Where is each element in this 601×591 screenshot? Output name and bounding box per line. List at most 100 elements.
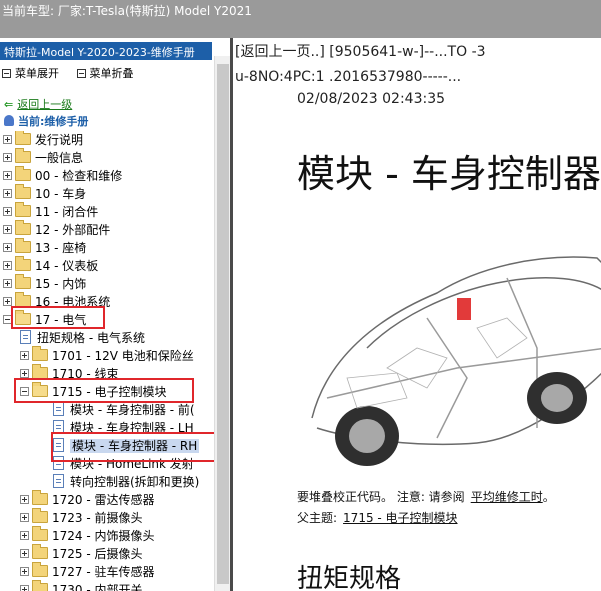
tree-node-label[interactable]: 1724 - 内饰摄像头 <box>52 529 155 543</box>
correction-prefix: 要堆叠校正代码。 注意: 请参阅 <box>297 490 465 504</box>
tree-node[interactable]: 1724 - 内饰摄像头 <box>20 526 155 545</box>
tree-scrollbar[interactable] <box>214 56 230 591</box>
code-line: u-8NO:4PC:1 .2016537980-----... <box>235 69 462 85</box>
tree-node-label[interactable]: 转向控制器(拆卸和更换) <box>70 475 199 489</box>
tree-node[interactable]: 扭矩规格 - 电气系统 <box>20 329 145 347</box>
collapse-menu-label: 菜单折叠 <box>89 67 134 80</box>
tree-node[interactable]: 一般信息 <box>3 148 83 167</box>
tree-node-label[interactable]: 1723 - 前摄像头 <box>52 511 143 525</box>
tree-node[interactable]: 模块 - 车身控制器 - 前( <box>53 401 195 419</box>
expand-node-icon[interactable] <box>20 351 29 360</box>
tree-node-label[interactable]: 11 - 闭合件 <box>35 205 98 219</box>
tree-node-label[interactable]: 1720 - 雷达传感器 <box>52 493 155 507</box>
tree-node-label[interactable]: 10 - 车身 <box>35 187 86 201</box>
tree-node[interactable]: 13 - 座椅 <box>3 238 86 257</box>
tree-node[interactable]: 14 - 仪表板 <box>3 256 98 275</box>
expand-node-icon[interactable] <box>20 495 29 504</box>
tree-scrollbar-thumb[interactable] <box>217 64 229 584</box>
expand-node-icon[interactable] <box>3 171 12 180</box>
tree-node[interactable]: 1730 - 内部开关 <box>20 580 143 591</box>
expand-node-icon[interactable] <box>3 225 12 234</box>
collapse-icon <box>76 69 86 78</box>
manual-title[interactable]: 特斯拉-Model Y-2020-2023-维修手册 <box>0 42 212 60</box>
tree-node-label[interactable]: 12 - 外部配件 <box>35 223 110 237</box>
back-up-label: 返回上一级 <box>17 98 73 111</box>
timestamp: 02/08/2023 02:43:35 <box>297 91 446 107</box>
expand-node-icon[interactable] <box>20 567 29 576</box>
expand-node-icon[interactable] <box>3 153 12 162</box>
back-arrow-icon: ⇐ <box>4 98 14 111</box>
folder-icon <box>32 526 48 541</box>
tree-node-label[interactable]: 1727 - 驻车传感器 <box>52 565 155 579</box>
location-pin-icon <box>4 115 14 126</box>
expand-node-icon[interactable] <box>20 549 29 558</box>
expand-node-icon[interactable] <box>20 369 29 378</box>
expand-node-icon[interactable] <box>20 531 29 540</box>
tree-node[interactable]: 发行说明 <box>3 131 83 149</box>
tree-node[interactable]: 12 - 外部配件 <box>3 220 110 239</box>
folder-icon <box>15 184 31 199</box>
tree-node-label[interactable]: 一般信息 <box>35 151 83 165</box>
document-icon <box>53 474 64 488</box>
expand-node-icon[interactable] <box>3 135 12 144</box>
page-title: 模块 - 车身控制器 <box>297 152 601 196</box>
parent-topic-label: 父主题: <box>297 511 338 525</box>
tree-node-label[interactable]: 14 - 仪表板 <box>35 259 98 273</box>
tree-node[interactable]: 00 - 检查和维修 <box>3 166 122 185</box>
tree-node-label[interactable]: 1725 - 后摄像头 <box>52 547 143 561</box>
tree-node[interactable]: 1701 - 12V 电池和保险丝 <box>20 346 194 365</box>
folder-icon <box>32 562 48 577</box>
tree-node[interactable]: 1723 - 前摄像头 <box>20 508 143 527</box>
window-title-bar: 当前车型: 厂家:T-Tesla(特斯拉) Model Y2021 <box>0 0 601 38</box>
tree-node[interactable]: 1727 - 驻车传感器 <box>20 562 155 581</box>
expand-node-icon[interactable] <box>3 279 12 288</box>
parent-topic: 父主题: 1715 - 电子控制模块 <box>297 509 458 526</box>
tree-node[interactable]: 1725 - 后摄像头 <box>20 544 143 563</box>
tree-node[interactable]: 1720 - 雷达传感器 <box>20 490 155 509</box>
folder-icon <box>15 166 31 181</box>
expand-menu-button[interactable]: 菜单展开 <box>2 67 59 80</box>
nav-line[interactable]: [返回上一页..] [9505641-w-]--...TO -3 <box>235 41 486 61</box>
labor-time-link[interactable]: 平均维修工时 <box>471 490 543 504</box>
tree-node-label[interactable]: 00 - 检查和维修 <box>35 169 122 183</box>
tree-node-label[interactable]: 发行说明 <box>35 133 83 147</box>
tree-node[interactable]: 11 - 闭合件 <box>3 202 98 221</box>
parent-topic-link[interactable]: 1715 - 电子控制模块 <box>343 511 458 525</box>
document-icon <box>20 330 31 344</box>
tree-node-label[interactable]: 15 - 内饰 <box>35 277 86 291</box>
section-title: 扭矩规格 <box>297 564 402 591</box>
correction-suffix: 。 <box>542 490 555 504</box>
expand-node-icon[interactable] <box>3 189 12 198</box>
expand-node-icon[interactable] <box>3 297 12 306</box>
tree-node[interactable]: 10 - 车身 <box>3 184 86 203</box>
expand-node-icon[interactable] <box>3 243 12 252</box>
folder-icon <box>15 131 31 145</box>
expand-node-icon[interactable] <box>3 207 12 216</box>
folder-icon <box>15 238 31 253</box>
folder-icon <box>15 220 31 235</box>
back-up-link[interactable]: ⇐ 返回上一级 <box>4 96 72 112</box>
tree-node-label[interactable]: 13 - 座椅 <box>35 241 86 255</box>
current-location-label: 当前:维修手册 <box>18 115 89 128</box>
tree-node[interactable]: 15 - 内饰 <box>3 274 86 293</box>
tree-node-label[interactable]: 1730 - 内部开关 <box>52 583 143 591</box>
folder-icon <box>32 544 48 559</box>
correction-note: 要堆叠校正代码。 注意: 请参阅 平均维修工时。 <box>297 488 555 505</box>
tree-node-label[interactable]: 模块 - 车身控制器 - 前( <box>70 403 195 417</box>
expand-node-icon[interactable] <box>20 513 29 522</box>
tree-node-label[interactable]: 1701 - 12V 电池和保险丝 <box>52 349 194 363</box>
content-pane: [返回上一页..] [9505641-w-]--...TO -3 u-8NO:4… <box>233 38 601 591</box>
tree-node-label[interactable]: 扭矩规格 - 电气系统 <box>37 331 145 345</box>
folder-icon <box>15 148 31 163</box>
expand-icon <box>2 69 11 78</box>
tree-view: 发行说明一般信息 00 - 检查和维修 10 - 车身 11 - 闭合件 12 - 外部… <box>0 131 216 591</box>
tree-node[interactable]: 转向控制器(拆卸和更换) <box>53 473 199 491</box>
expand-node-icon[interactable] <box>3 261 12 270</box>
folder-icon <box>32 580 48 591</box>
highlight-box-ecm <box>14 378 194 403</box>
collapse-menu-button[interactable]: 菜单折叠 <box>76 67 134 80</box>
window-title: 当前车型: 厂家:T-Tesla(特斯拉) Model Y2021 <box>2 4 252 18</box>
expand-menu-label: 菜单展开 <box>15 67 59 80</box>
expand-node-icon[interactable] <box>20 585 29 591</box>
module-location-marker <box>457 298 471 320</box>
